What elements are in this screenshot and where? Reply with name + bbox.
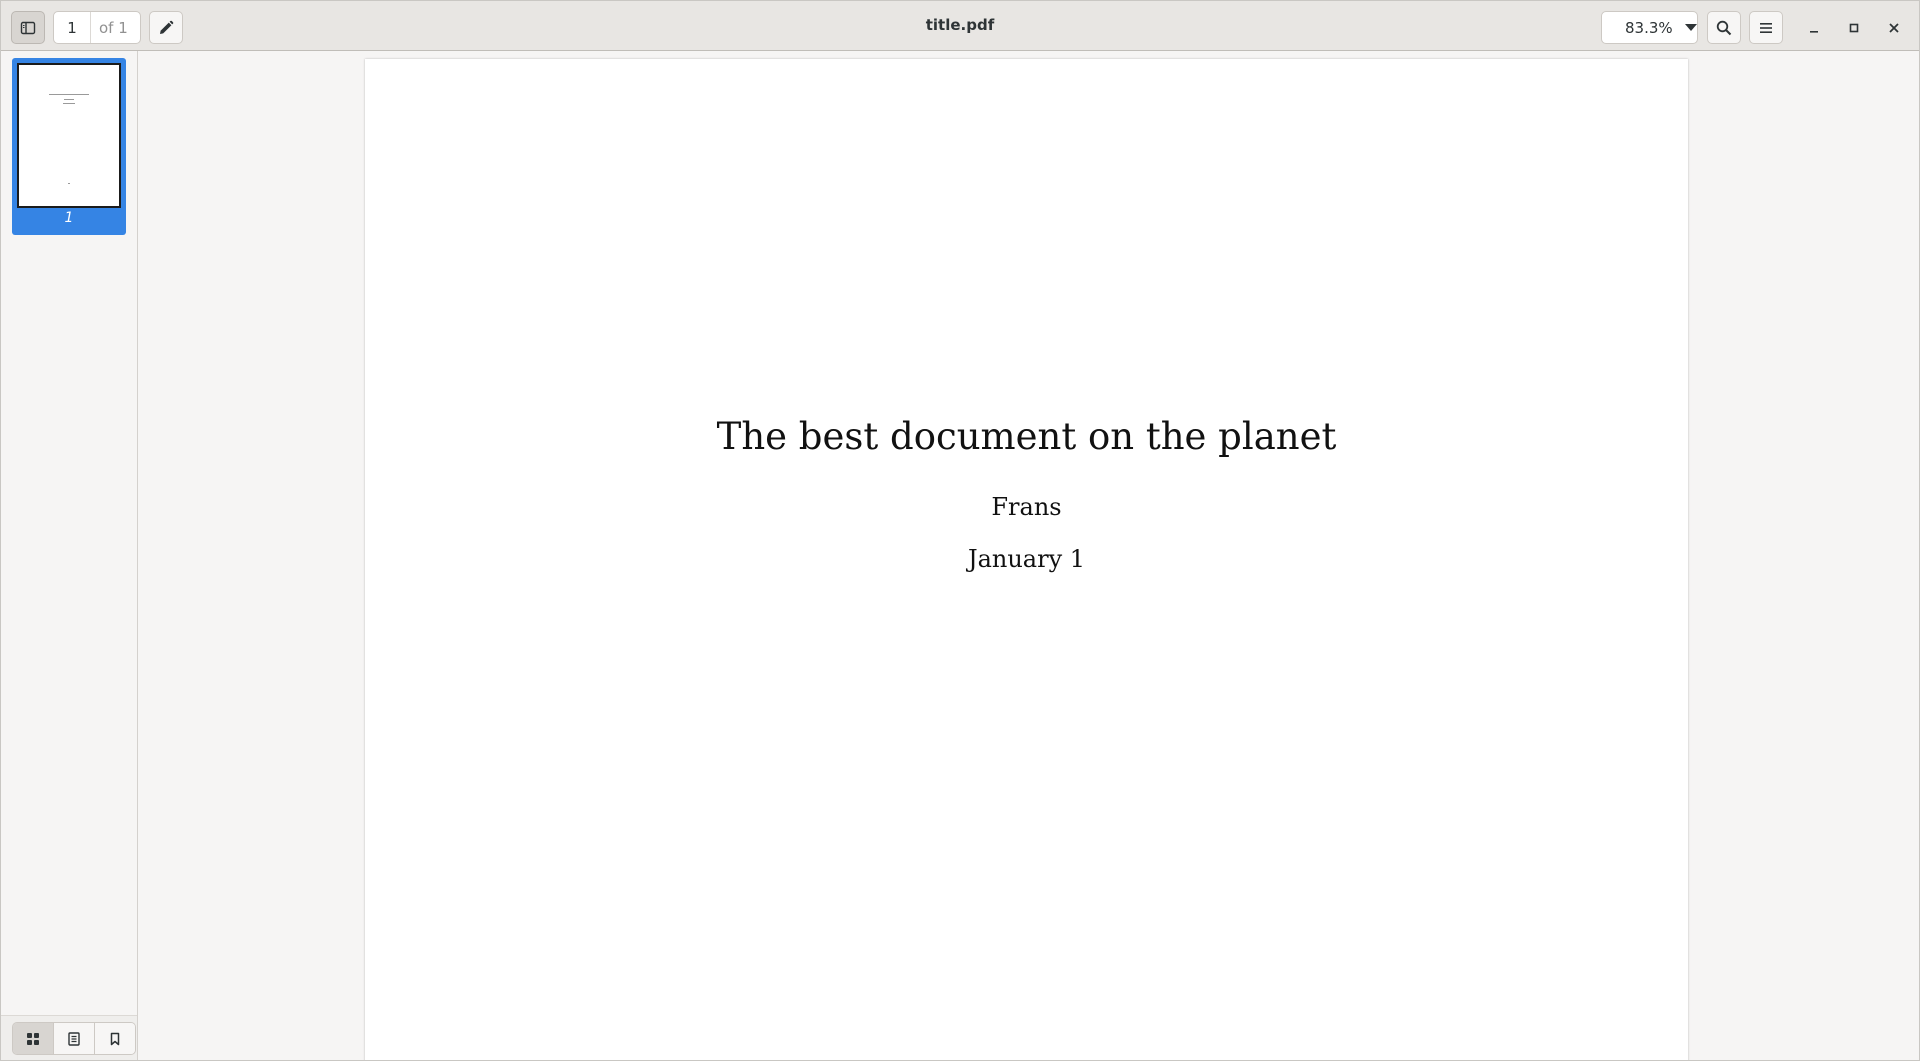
header-bar: 1 of 1 title.pdf 83.3% — [1, 1, 1919, 51]
sidebar-toggle-icon — [20, 21, 36, 34]
pdf-page: The best document on the planet Frans Ja… — [365, 59, 1688, 1060]
bookmarks-view-button[interactable] — [95, 1023, 135, 1054]
annotate-button[interactable] — [149, 11, 183, 44]
pdf-viewer-window: 1 of 1 title.pdf 83.3% 1 The best docume… — [0, 0, 1920, 1061]
pencil-icon — [160, 20, 174, 34]
sidebar: 1 — [1, 51, 138, 1060]
document-date: January 1 — [967, 545, 1086, 573]
search-button[interactable] — [1707, 11, 1741, 44]
bookmark-icon — [110, 1032, 120, 1045]
chevron-down-icon — [1685, 24, 1697, 31]
thumbnail-preview — [17, 63, 121, 208]
maximize-icon — [1849, 23, 1858, 32]
minimize-button[interactable] — [1801, 15, 1826, 40]
minimize-icon — [1809, 30, 1818, 33]
close-button[interactable] — [1881, 15, 1906, 40]
maximize-button[interactable] — [1841, 15, 1866, 40]
document-author: Frans — [991, 493, 1062, 521]
sidebar-toggle-button[interactable] — [11, 11, 45, 44]
total-pages-label: of 1 — [99, 18, 128, 37]
zoom-dropdown[interactable]: 83.3% — [1601, 11, 1698, 44]
outline-view-button[interactable] — [54, 1023, 95, 1054]
page-thumbnail[interactable]: 1 — [12, 58, 126, 235]
document-title: The best document on the planet — [716, 415, 1337, 458]
current-page-input[interactable]: 1 — [54, 12, 91, 43]
grid-icon — [27, 1032, 39, 1045]
thumbnail-page-label: 1 — [64, 210, 74, 226]
search-icon — [1716, 20, 1732, 35]
document-outline-icon — [68, 1031, 80, 1046]
sidebar-view-switcher — [1, 1015, 137, 1060]
close-icon — [1888, 22, 1899, 33]
main-menu-button[interactable] — [1749, 11, 1783, 44]
document-view[interactable]: The best document on the planet Frans Ja… — [138, 51, 1919, 1060]
page-number-entry[interactable]: 1 of 1 — [53, 11, 141, 44]
thumbnails-view-button[interactable] — [13, 1023, 54, 1054]
hamburger-menu-icon — [1760, 22, 1772, 33]
zoom-value: 83.3% — [1625, 18, 1673, 37]
